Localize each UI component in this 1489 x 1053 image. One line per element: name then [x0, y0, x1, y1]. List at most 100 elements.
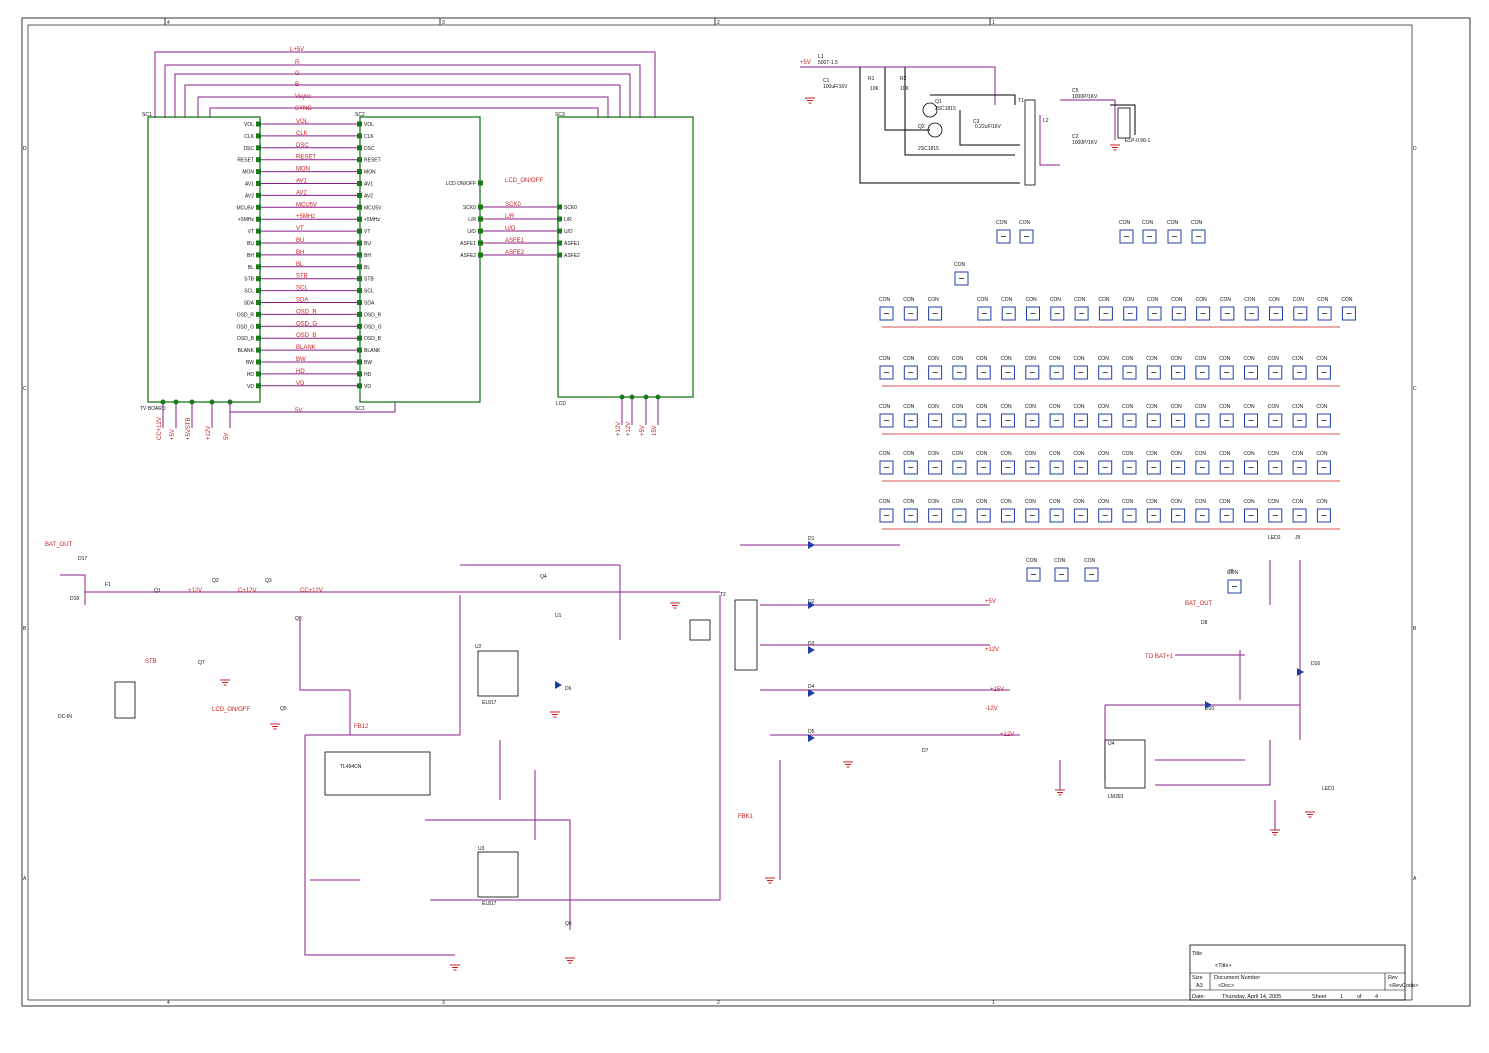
- ps-part-value: 10K: [870, 86, 880, 92]
- psu-part-label: D4: [808, 684, 815, 690]
- tick-bottom-label: 2: [717, 1000, 720, 1006]
- connector-label: CON: [1341, 297, 1353, 303]
- mid-pin: [357, 133, 362, 139]
- mid-net-label: BLANK: [296, 345, 316, 351]
- connector-label: CON: [1292, 356, 1304, 362]
- tv-pin-label: MON: [242, 170, 254, 176]
- ground-icon: [550, 711, 560, 718]
- tv-pin: [256, 228, 261, 234]
- connector-label: CON: [1293, 297, 1305, 303]
- mid-net-label: VD: [296, 381, 305, 387]
- mid-pin-label: BLANK: [364, 348, 381, 354]
- tick-right-label: A: [1413, 876, 1417, 882]
- tv-bottom-pin: [209, 399, 215, 405]
- dc-jack-name: DC-IN: [58, 714, 72, 720]
- tick-bottom-label: 1: [992, 1000, 995, 1006]
- mid-pin-label: BL: [364, 265, 370, 271]
- mid-net-label: DSC: [296, 143, 309, 149]
- connector-label: CON: [1019, 220, 1031, 226]
- psu-part-label: D17: [78, 556, 87, 562]
- connector-label: CON: [1171, 499, 1183, 505]
- psu-part-label: D3: [808, 641, 815, 647]
- tick-top-label: 2: [717, 20, 720, 26]
- mid-side-pin-label: LCD ON/OFF: [446, 181, 476, 187]
- mid-side-pin-label: ASFE1: [460, 241, 476, 247]
- tv-bottom-net: CC+12V: [157, 417, 163, 440]
- lcd-side-pin-label: ASFE2: [564, 253, 580, 259]
- mid-net-label: BU: [296, 238, 304, 244]
- connector-label: CON: [1074, 297, 1086, 303]
- psu-net-label: BAT_OUT: [45, 542, 73, 548]
- ground-icon: [565, 957, 575, 964]
- mid-net-label: +5MHz: [296, 214, 315, 220]
- ps-part-label: L2: [1043, 118, 1049, 124]
- ps-part-value: 0.22uF/16V: [975, 124, 1002, 130]
- mid-pin-label: HD: [364, 372, 372, 378]
- mid-pin: [357, 347, 362, 353]
- connector-label: CON: [1025, 499, 1037, 505]
- mid-board: SC2 SC1 VOL VOL CLK CLK DSC DSC RESET RESET MON M…: [229, 112, 580, 414]
- tick-left-label: C: [23, 386, 27, 392]
- ps-part-label: R1: [868, 76, 875, 82]
- lcd-bottom-net: +12V: [616, 422, 622, 436]
- lcd-side-pin-label: L/R: [564, 217, 572, 223]
- connector-label: CON: [1195, 404, 1207, 410]
- connector-label: CON: [976, 451, 988, 457]
- connector-label: CON: [1025, 356, 1037, 362]
- mid-side-pin: [478, 252, 483, 258]
- mid-side-pin: [478, 180, 483, 186]
- mid-pin: [357, 276, 362, 282]
- mid-side-pin-label: L/R: [468, 217, 476, 223]
- connector-label: CON: [1219, 404, 1231, 410]
- connector-label: CON: [1123, 297, 1135, 303]
- ps-input-net: +5V: [800, 60, 811, 66]
- top-bus: L+5V R G B Vsync SYNC: [154, 47, 656, 118]
- connector-label: CON: [1268, 404, 1280, 410]
- tv-pin-label: VT: [248, 229, 254, 235]
- title-block: Title <Title> Size A3 Document Number <D…: [1189, 944, 1418, 1001]
- connector-label: CON: [1084, 558, 1096, 564]
- mid-pin: [357, 204, 362, 210]
- diode-icon: [808, 646, 815, 654]
- sheet-value: 1: [1340, 994, 1343, 1000]
- lcd-bottom-pin: [619, 394, 625, 400]
- mid-net-label: MON: [296, 167, 310, 173]
- connector-label: CON: [1049, 499, 1061, 505]
- psu-part-label: Q3: [265, 578, 272, 584]
- connector-label: CON: [1317, 297, 1329, 303]
- connector-label: CON: [1025, 404, 1037, 410]
- connector-label: CON: [1098, 499, 1110, 505]
- connector-label: CON: [1195, 356, 1207, 362]
- mid-pin-label: OSD_G: [364, 324, 382, 330]
- mid-pin: [357, 300, 362, 305]
- lcd-bottom-pin: [655, 394, 661, 400]
- connector-label: CON: [952, 451, 964, 457]
- mid-net-label: SCL: [296, 286, 308, 292]
- tv-pin: [256, 204, 261, 210]
- mid-pin: [357, 383, 362, 389]
- connector-label: CON: [1122, 499, 1134, 505]
- connector-label: CON: [1119, 220, 1131, 226]
- connector-label: CON: [1196, 297, 1208, 303]
- mid-side-net: L/R: [505, 214, 515, 220]
- tv-pin-label: BW: [246, 360, 254, 366]
- psu-part-label: LED2: [1268, 535, 1281, 541]
- connector-label: CON: [1219, 356, 1231, 362]
- tick-right-label: C: [1413, 386, 1417, 392]
- tv-pin-label: VD: [247, 384, 254, 390]
- connector-label: CON: [1098, 404, 1110, 410]
- tv-pin-label: BLANK: [238, 348, 255, 354]
- psu-part-label: D16: [1311, 661, 1320, 667]
- mid-pin-label: SCL: [364, 289, 374, 295]
- connector-label: CON: [1316, 404, 1328, 410]
- connector-label: CON: [1244, 451, 1256, 457]
- connector-label: CON: [1001, 499, 1013, 505]
- tv-board: SC1 TV BOARD VOL CLK DSC RESET MON AV1 AV2 MCU5…: [140, 112, 261, 440]
- mid-net-label: OSD_R: [296, 309, 317, 315]
- connector-label: CON: [1171, 451, 1183, 457]
- psu-net-label: BAT_OUT: [1185, 601, 1213, 607]
- ground-icon: [270, 723, 280, 730]
- chip-u1-name: TL494CN: [340, 764, 362, 770]
- psu-part-label: D18: [70, 596, 79, 602]
- connector-label: CON: [903, 356, 915, 362]
